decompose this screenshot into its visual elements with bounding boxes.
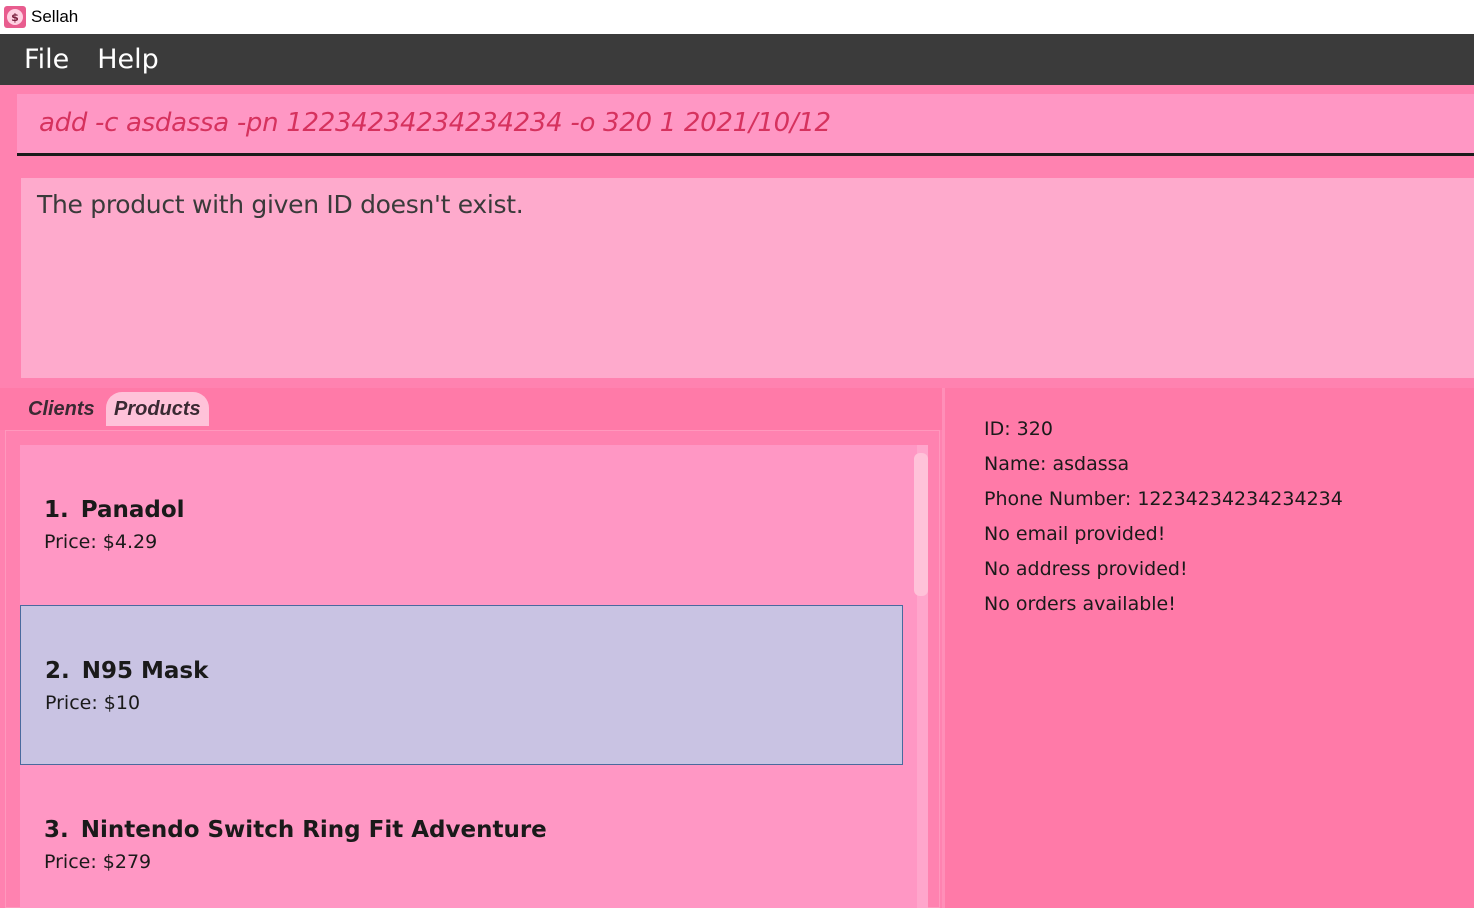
client-detail-panel: ID: 320 Name: asdassa Phone Number: 1223…: [942, 388, 1474, 908]
dollar-coin-icon: $: [4, 6, 26, 28]
product-card[interactable]: 1. Panadol Price: $4.29: [20, 445, 903, 605]
product-list[interactable]: 1. Panadol Price: $4.29 2. N95 Mask Price:…: [20, 445, 928, 908]
product-card-selected[interactable]: 2. N95 Mask Price: $10: [20, 605, 903, 765]
detail-email: No email provided!: [984, 523, 1166, 545]
detail-orders: No orders available!: [984, 593, 1176, 615]
tab-clients[interactable]: Clients: [20, 392, 103, 426]
detail-address: No address provided!: [984, 558, 1188, 580]
detail-phone: Phone Number: 12234234234234234: [984, 488, 1343, 510]
product-name: Nintendo Switch Ring Fit Adventure: [80, 817, 547, 843]
product-title: 1. Panadol: [44, 497, 185, 523]
detail-id: ID: 320: [984, 418, 1053, 440]
product-price: Price: $10: [45, 692, 141, 714]
product-name: Panadol: [80, 497, 185, 523]
list-panel: Clients Products 1. Panadol Price: $4.29 …: [0, 388, 942, 908]
menu-file[interactable]: File: [24, 44, 69, 75]
product-index: 1.: [44, 497, 69, 523]
product-title: 3. Nintendo Switch Ring Fit Adventure: [44, 817, 547, 843]
window-title: Sellah: [31, 7, 79, 26]
result-display: The product with given ID doesn't exist.: [21, 178, 1474, 378]
detail-name: Name: asdassa: [984, 453, 1130, 475]
product-price: Price: $4.29: [44, 531, 158, 553]
product-list-area: 1. Panadol Price: $4.29 2. N95 Mask Price:…: [5, 430, 940, 908]
result-display-container: The product with given ID doesn't exist.: [0, 170, 1474, 388]
command-box-container: add -c asdassa -pn 12234234234234234 -o …: [0, 85, 1474, 170]
tab-products[interactable]: Products: [106, 392, 209, 426]
tab-bar: Clients Products: [0, 388, 942, 430]
menu-help[interactable]: Help: [97, 44, 159, 75]
product-index: 2.: [45, 658, 70, 684]
scrollbar-thumb[interactable]: [914, 453, 928, 596]
menu-bar: File Help: [0, 34, 1474, 85]
title-bar: $ Sellah: [0, 0, 1474, 34]
scrollbar-track[interactable]: [914, 445, 928, 908]
product-price: Price: $279: [44, 851, 152, 873]
command-input[interactable]: add -c asdassa -pn 12234234234234234 -o …: [17, 94, 1474, 156]
result-message: The product with given ID doesn't exist.: [37, 190, 524, 219]
product-index: 3.: [44, 817, 69, 843]
product-card[interactable]: 3. Nintendo Switch Ring Fit Adventure Pri…: [20, 765, 903, 908]
command-input-text[interactable]: add -c asdassa -pn 12234234234234234 -o …: [39, 108, 831, 138]
product-title: 2. N95 Mask: [45, 658, 208, 684]
product-name: N95 Mask: [81, 658, 209, 684]
